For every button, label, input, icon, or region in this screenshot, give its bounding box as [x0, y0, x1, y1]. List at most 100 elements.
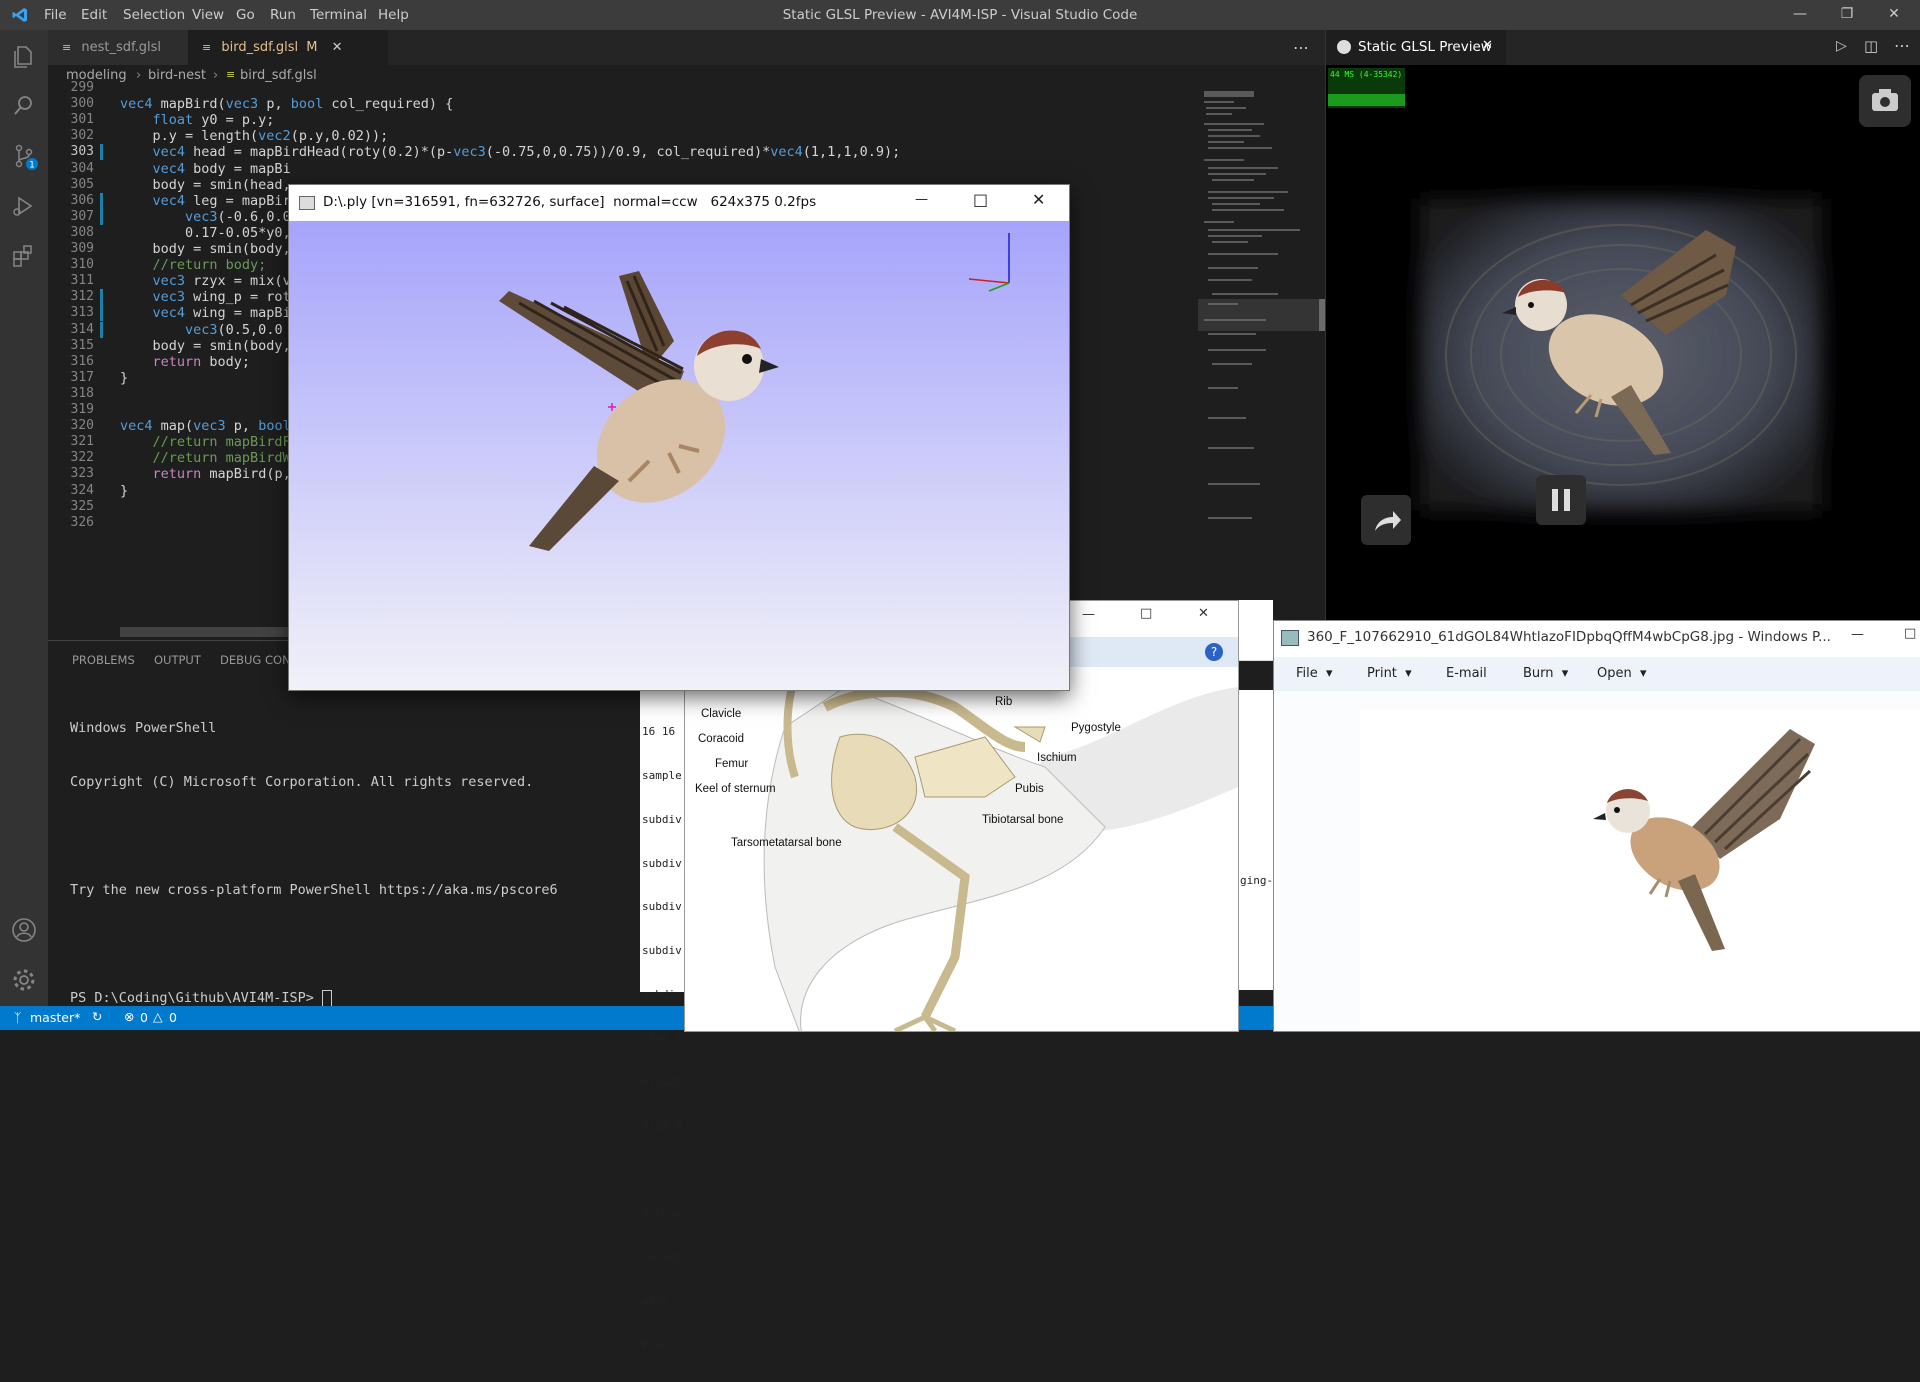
- image-file-icon: [1281, 630, 1299, 646]
- tab-problems[interactable]: PROBLEMS: [72, 653, 135, 667]
- tab-output[interactable]: OUTPUT: [154, 653, 201, 667]
- git-change-marker: [100, 289, 103, 306]
- maximize-button[interactable]: □: [1904, 626, 1916, 641]
- code-line: //return mapBirdF: [120, 434, 291, 451]
- more-actions-icon[interactable]: ⋯: [1894, 36, 1910, 55]
- extensions-icon[interactable]: [10, 242, 38, 270]
- minimize-button[interactable]: —: [1851, 627, 1864, 642]
- tab-debug-console[interactable]: DEBUG CONS: [220, 653, 298, 667]
- run-icon[interactable]: ▷: [1836, 38, 1847, 54]
- chevron-right-icon: ›: [136, 68, 142, 83]
- search-icon[interactable]: [10, 92, 38, 120]
- code-line: }: [120, 482, 129, 499]
- git-change-marker: [100, 208, 103, 225]
- console-line: subdiv: [642, 944, 682, 958]
- sync-icon[interactable]: ↻: [92, 1009, 102, 1024]
- glsl-file-icon: ≡: [226, 68, 236, 81]
- diagram-label: Pygostyle: [1071, 722, 1121, 734]
- console-output: 16 16 sample subdiv subdiv subdiv subdiv…: [642, 696, 682, 1382]
- viewer-canvas[interactable]: [289, 221, 1069, 690]
- terminal-line: Copyright (C) Microsoft Corporation. All…: [70, 774, 534, 790]
- minimize-button[interactable]: —: [1082, 607, 1095, 622]
- diagram-label: Tibiotarsal bone: [982, 814, 1064, 826]
- diagram-label: Coracoid: [698, 733, 745, 745]
- branch-icon: ᛉ: [14, 1010, 22, 1025]
- code-line: vec3 rzyx = mix(v: [152, 273, 291, 290]
- menu-burn[interactable]: Burn ▾: [1523, 666, 1568, 681]
- breadcrumb-item[interactable]: bird-nest: [148, 68, 206, 83]
- code-line: vec3(0.5,0.0: [185, 321, 283, 338]
- tab-nest-sdf[interactable]: ≡ nest_sdf.glsl: [48, 30, 188, 65]
- glsl-tab-bar: Static GLSL Preview ✕ ▷ ◫ ⋯: [1326, 30, 1920, 65]
- photos-titlebar: 360_F_107662910_61dGOL84WhtlazoFIDpbqQff…: [1274, 621, 1920, 658]
- line-number: 319: [70, 402, 94, 417]
- console-line: subdiv: [642, 856, 682, 870]
- line-number: 324: [70, 482, 94, 498]
- console-window-right: ging-: [1238, 690, 1273, 990]
- restore-button[interactable]: ❐: [1838, 6, 1856, 24]
- close-button[interactable]: ✕: [1885, 6, 1903, 24]
- share-button[interactable]: [1361, 495, 1411, 545]
- console-window: 16 16 sample subdiv subdiv subdiv subdiv…: [640, 690, 685, 1351]
- line-number: 325: [70, 498, 94, 514]
- split-editor-icon[interactable]: ◫: [1864, 37, 1878, 55]
- menu-email[interactable]: E-mail: [1446, 666, 1487, 681]
- shader-render: [1420, 199, 1822, 511]
- maximize-button[interactable]: □: [973, 190, 988, 209]
- close-button[interactable]: ✕: [1198, 606, 1209, 621]
- code-line: return body;: [152, 353, 251, 370]
- source-control-icon[interactable]: 1: [10, 142, 38, 170]
- terminal-line: Windows PowerShell: [70, 720, 217, 736]
- line-number: 323: [70, 466, 94, 482]
- code-line: //return body;: [120, 257, 267, 274]
- console-text-fragment: ging-: [1240, 874, 1274, 887]
- line-number: 302: [70, 128, 94, 144]
- error-count[interactable]: 0: [140, 1010, 148, 1025]
- more-actions-icon[interactable]: ⋯: [1293, 38, 1309, 57]
- console-line: 3129.0: [642, 1119, 682, 1133]
- line-number: 311: [70, 273, 94, 289]
- terminal-panel: PROBLEMS OUTPUT DEBUG CONS Windows Power…: [48, 640, 688, 1007]
- line-number: 317: [70, 369, 94, 385]
- help-icon[interactable]: ?: [1205, 643, 1223, 661]
- line-number: 307: [70, 208, 94, 224]
- menu-open[interactable]: Open ▾: [1597, 666, 1647, 681]
- frame-time-label: 44 MS (4-35342): [1330, 70, 1403, 79]
- tab-glsl-preview[interactable]: Static GLSL Preview ✕: [1326, 30, 1506, 65]
- frame-time-bar: [1328, 94, 1405, 106]
- code-line: vec4 wing = mapBi: [152, 305, 291, 322]
- close-tab-icon[interactable]: ✕: [1482, 38, 1493, 53]
- line-number: 322: [70, 450, 94, 466]
- diagram-label: Femur: [715, 758, 749, 770]
- terminal-output[interactable]: Windows PowerShell Copyright (C) Microso…: [70, 683, 558, 1043]
- line-number: 308: [70, 224, 94, 240]
- terminal-line: Try the new cross-platform PowerShell ht…: [70, 882, 558, 898]
- tab-bird-sdf[interactable]: ≡ bird_sdf.glsl M ✕: [188, 30, 388, 65]
- code-line: vec4 leg = mapBir: [152, 192, 291, 209]
- branch-name[interactable]: master*: [30, 1010, 80, 1025]
- menu-file[interactable]: File ▾: [1296, 666, 1333, 681]
- pause-button[interactable]: [1536, 475, 1586, 525]
- close-button[interactable]: ✕: [1032, 190, 1045, 209]
- close-tab-icon[interactable]: ✕: [332, 40, 343, 55]
- console-line: 16 16: [642, 725, 676, 739]
- line-number: 304: [70, 160, 94, 176]
- svg-text:1: 1: [29, 161, 35, 171]
- breadcrumb-item[interactable]: bird_sdf.glsl: [240, 68, 317, 83]
- minimize-button[interactable]: —: [1791, 6, 1809, 24]
- settings-gear-icon[interactable]: [10, 966, 38, 994]
- minimize-button[interactable]: —: [915, 192, 928, 207]
- minimap[interactable]: [1198, 87, 1325, 640]
- line-number: 309: [70, 241, 94, 256]
- run-debug-icon[interactable]: [10, 192, 38, 220]
- menu-print[interactable]: Print ▾: [1367, 666, 1412, 681]
- line-number: 299: [70, 80, 94, 95]
- editor-tab-bar: ≡ nest_sdf.glsl ≡ bird_sdf.glsl M ✕ ⋯: [48, 30, 1325, 65]
- code-line: vec4 map(vec3 p, bool: [120, 418, 291, 435]
- app-icon: [299, 196, 315, 210]
- explorer-icon[interactable]: [10, 42, 38, 70]
- maximize-button[interactable]: □: [1140, 606, 1152, 621]
- screenshot-button[interactable]: [1859, 75, 1911, 127]
- accounts-icon[interactable]: [10, 916, 38, 944]
- warning-count[interactable]: 0: [169, 1010, 177, 1025]
